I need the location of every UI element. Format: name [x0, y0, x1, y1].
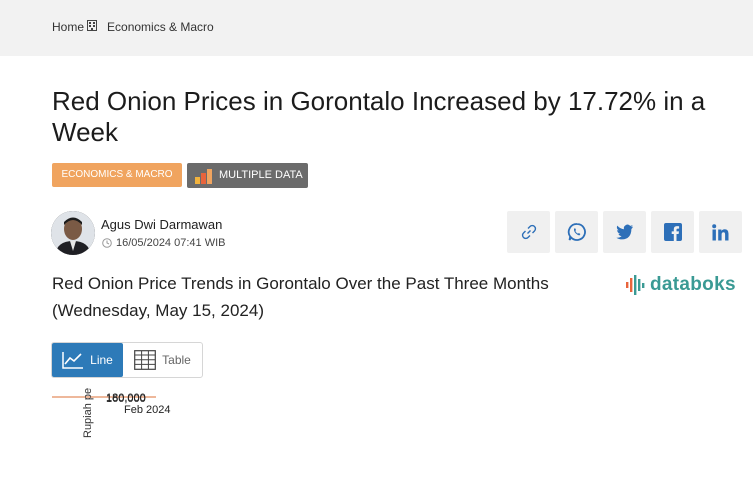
chart-heading: Red Onion Price Trends in Gorontalo Over… [52, 274, 549, 320]
clock-icon [102, 238, 112, 248]
breadcrumb-home-link[interactable]: Home [52, 20, 84, 34]
twitter-icon [615, 224, 633, 240]
whatsapp-icon [567, 223, 586, 241]
table-view-label: Table [162, 353, 191, 367]
chart-view-toggle: Line Table [51, 342, 203, 378]
line-view-button[interactable]: Line [52, 343, 123, 377]
breadcrumb-category-link[interactable]: Economics & Macro [107, 20, 214, 34]
databoks-mark-icon [626, 275, 645, 295]
databoks-logo[interactable]: databoks [626, 272, 744, 298]
top-bar: Home Economics & Macro [0, 0, 753, 56]
facebook-icon [663, 223, 682, 241]
multiple-data-badge[interactable]: MULTIPLE DATA [187, 163, 308, 188]
line-chart-icon [62, 352, 84, 369]
linkedin-icon [712, 223, 729, 240]
publish-date: 16/05/2024 07:41 WIB [102, 237, 225, 249]
author-photo [51, 211, 95, 255]
category-badge[interactable]: ECONOMICS & MACRO [52, 163, 182, 187]
breadcrumb: Home Economics & Macro [52, 19, 214, 34]
databoks-wordmark: databoks [650, 274, 736, 295]
y-axis-label: Rupiah pe [82, 388, 94, 438]
chart-bars-icon [195, 168, 212, 184]
linkedin-share-button[interactable] [699, 211, 742, 253]
x-tick-label: Feb 2024 [124, 404, 170, 416]
twitter-share-button[interactable] [603, 211, 646, 253]
whatsapp-share-button[interactable] [555, 211, 598, 253]
author-name[interactable]: Agus Dwi Darmawan [101, 217, 222, 232]
table-view-button[interactable]: Table [123, 343, 202, 377]
copy-link-button[interactable] [507, 211, 550, 253]
multiple-data-label: MULTIPLE DATA [219, 169, 303, 181]
price-line-chart: Rupiah pe 180,000 160,000 Feb 2024 [52, 388, 170, 438]
facebook-share-button[interactable] [651, 211, 694, 253]
publish-date-text: 16/05/2024 07:41 WIB [116, 237, 226, 249]
table-grid-icon [134, 350, 157, 370]
avatar[interactable] [51, 211, 95, 255]
article-title: Red Onion Prices in Gorontalo Increased … [52, 86, 706, 147]
link-icon [521, 224, 536, 240]
line-view-label: Line [90, 353, 113, 367]
building-icon [87, 19, 98, 31]
